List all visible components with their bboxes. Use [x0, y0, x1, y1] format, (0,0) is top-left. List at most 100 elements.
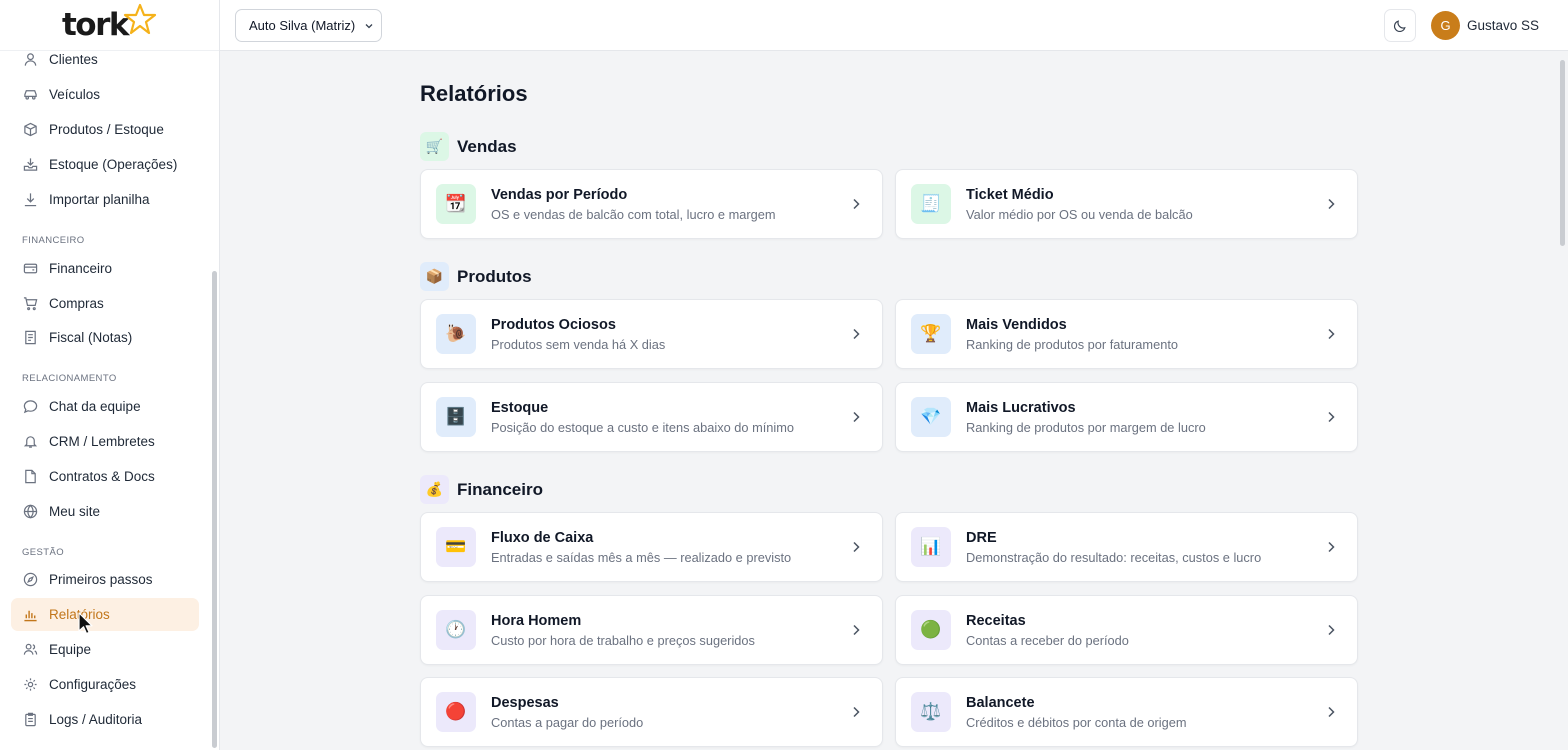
mouse-cursor-icon	[78, 612, 93, 635]
card-title: Mais Lucrativos	[966, 399, 1076, 416]
sidebar-item-contratos[interactable]: Contratos & Docs	[11, 460, 199, 493]
company-select[interactable]: Auto Silva (Matriz)	[235, 9, 382, 42]
sidebar-item-label: Produtos / Estoque	[49, 122, 164, 137]
sidebar-item-label: Financeiro	[49, 261, 113, 276]
report-card-balancete[interactable]: ⚖️ Balancete Créditos e débitos por cont…	[895, 677, 1358, 747]
sidebar-item-label: Primeiros passos	[49, 572, 153, 587]
card-subtitle: Valor médio por OS ou venda de balcão	[966, 206, 1193, 222]
tork-logo[interactable]: tork	[61, 3, 157, 43]
report-card-despesas[interactable]: 🔴 Despesas Contas a pagar do período	[420, 677, 883, 747]
section-title: Produtos	[457, 266, 532, 286]
document-icon	[22, 469, 38, 485]
card-subtitle: Posição do estoque a custo e itens abaix…	[491, 419, 795, 435]
green-circle-icon: 🟢	[911, 610, 951, 650]
report-card-dre[interactable]: 📊 DRE Demonstração do resultado: receita…	[895, 512, 1358, 582]
sidebar-item-logs[interactable]: Logs / Auditoria	[11, 703, 199, 736]
card-title: Despesas	[491, 694, 559, 711]
sidebar-item-veiculos[interactable]: Veículos	[11, 78, 199, 111]
report-card-receitas[interactable]: 🟢 Receitas Contas a receber do período	[895, 595, 1358, 665]
avatar: G	[1431, 10, 1460, 40]
sidebar-item-compras[interactable]: Compras	[11, 287, 199, 320]
sidebar-item-equipe[interactable]: Equipe	[11, 633, 199, 666]
sidebar-item-label: Configurações	[49, 677, 137, 692]
globe-icon	[22, 504, 38, 520]
trophy-icon: 🏆	[911, 314, 951, 354]
card-subtitle: Custo por hora de trabalho e preços suge…	[491, 632, 755, 648]
chevron-right-icon	[853, 624, 860, 636]
sidebar-item-produtos[interactable]: Produtos / Estoque	[11, 113, 199, 146]
sidebar-item-importar[interactable]: Importar planilha	[11, 183, 199, 216]
logo-area: tork	[0, 0, 219, 51]
section-label-relacionamento: RELACIONAMENTO	[22, 373, 117, 384]
cart-icon	[22, 296, 38, 312]
moon-icon	[1394, 19, 1406, 32]
card-title: Estoque	[491, 399, 549, 416]
sidebar-item-label: Contratos & Docs	[49, 469, 155, 484]
topbar: Auto Silva (Matriz) G Gustavo SS	[220, 0, 1568, 51]
chevron-right-icon	[853, 411, 860, 423]
card-title: Mais Vendidos	[966, 316, 1067, 333]
sidebar-item-estoque-operacoes[interactable]: Estoque (Operações)	[11, 148, 199, 181]
sidebar-item-chat[interactable]: Chat da equipe	[11, 390, 199, 423]
company-select-value: Auto Silva (Matriz)	[249, 18, 356, 33]
sidebar-scrollbar[interactable]	[212, 271, 217, 748]
logo-text: tork	[61, 7, 130, 43]
sidebar-item-meu-site[interactable]: Meu site	[11, 495, 199, 528]
card-subtitle: Contas a receber do período	[966, 632, 1129, 648]
report-card-vendas-por-periodo[interactable]: 📆 Vendas por Período OS e vendas de balc…	[420, 169, 883, 239]
card-title: Hora Homem	[491, 612, 582, 629]
chevron-down-icon	[365, 24, 373, 29]
gear-icon	[22, 677, 38, 693]
sidebar-item-clientes[interactable]: Clientes	[11, 51, 199, 76]
user-menu[interactable]: G Gustavo SS	[1431, 10, 1539, 40]
section-title: Vendas	[457, 136, 517, 156]
main-scrollbar[interactable]	[1560, 60, 1565, 246]
sidebar-item-label: Estoque (Operações)	[49, 157, 178, 172]
card-title: Balancete	[966, 694, 1035, 711]
cabinet-icon: 🗄️	[436, 397, 476, 437]
report-card-mais-lucrativos[interactable]: 💎 Mais Lucrativos Ranking de produtos po…	[895, 382, 1358, 452]
sidebar-item-relatorios[interactable]: Relatórios	[11, 598, 199, 631]
sidebar-item-label: Meu site	[49, 504, 101, 519]
card-title: Vendas por Período	[491, 186, 628, 203]
sidebar-item-label: Compras	[49, 296, 104, 311]
card-title: Receitas	[966, 612, 1026, 629]
section-produtos: 📦 Produtos	[420, 262, 532, 291]
theme-toggle-button[interactable]	[1384, 9, 1416, 42]
bell-icon	[22, 434, 38, 450]
snail-icon: 🐌	[436, 314, 476, 354]
credit-card-icon: 💳	[436, 527, 476, 567]
sidebar-item-financeiro[interactable]: Financeiro	[11, 252, 199, 285]
chevron-right-icon	[1328, 198, 1335, 210]
report-card-mais-vendidos[interactable]: 🏆 Mais Vendidos Ranking de produtos por …	[895, 299, 1358, 369]
card-subtitle: Entradas e saídas mês a mês — realizado …	[491, 549, 792, 565]
users-icon	[22, 642, 38, 658]
user-icon	[22, 52, 38, 68]
sidebar-item-label: Veículos	[49, 87, 101, 102]
sidebar-item-primeiros-passos[interactable]: Primeiros passos	[11, 563, 199, 596]
sidebar-item-fiscal[interactable]: Fiscal (Notas)	[11, 321, 199, 354]
chevron-right-icon	[1328, 706, 1335, 718]
page-title: Relatórios	[420, 81, 528, 106]
card-title: Ticket Médio	[966, 186, 1054, 203]
wallet-icon	[22, 261, 38, 277]
chevron-right-icon	[853, 328, 860, 340]
sidebar-item-label: Logs / Auditoria	[49, 712, 143, 727]
report-card-estoque[interactable]: 🗄️ Estoque Posição do estoque a custo e …	[420, 382, 883, 452]
chevron-right-icon	[1328, 328, 1335, 340]
bar-chart-icon	[22, 607, 38, 623]
section-vendas: 🛒 Vendas	[420, 132, 517, 161]
sidebar-item-label: Equipe	[49, 642, 92, 657]
package-emoji-icon: 📦	[420, 262, 449, 291]
card-subtitle: Créditos e débitos por conta de origem	[966, 714, 1187, 730]
sidebar-item-configuracoes[interactable]: Configurações	[11, 668, 199, 701]
sidebar-item-crm[interactable]: CRM / Lembretes	[11, 425, 199, 458]
report-card-hora-homem[interactable]: 🕐 Hora Homem Custo por hora de trabalho …	[420, 595, 883, 665]
report-card-produtos-ociosos[interactable]: 🐌 Produtos Ociosos Produtos sem venda há…	[420, 299, 883, 369]
car-icon	[22, 87, 38, 103]
report-card-ticket-medio[interactable]: 🧾 Ticket Médio Valor médio por OS ou ven…	[895, 169, 1358, 239]
cart-emoji-icon: 🛒	[420, 132, 449, 161]
box-icon	[22, 122, 38, 138]
report-card-fluxo-de-caixa[interactable]: 💳 Fluxo de Caixa Entradas e saídas mês a…	[420, 512, 883, 582]
chevron-right-icon	[853, 198, 860, 210]
